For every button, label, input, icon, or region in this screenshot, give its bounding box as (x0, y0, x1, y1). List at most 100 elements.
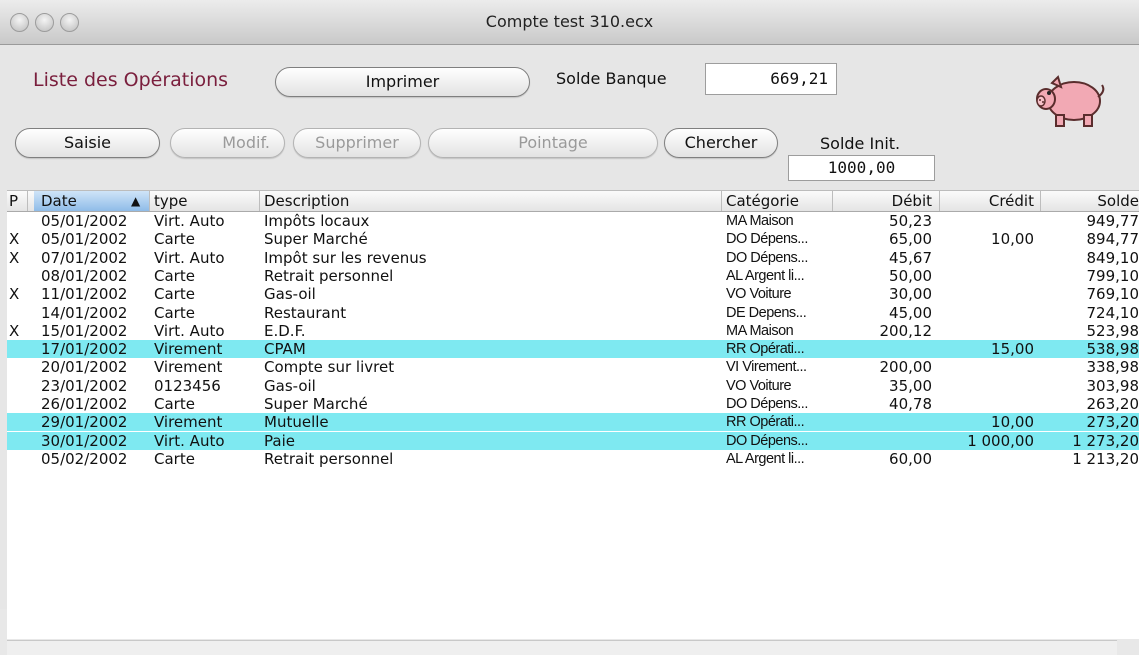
cell-description: Gas-oil (264, 376, 316, 395)
cell-balance: 849,10 (1086, 248, 1139, 267)
cell-p (9, 432, 25, 450)
column-header-description[interactable]: Description (264, 191, 349, 211)
cell-description: Retrait personnel (264, 449, 394, 468)
column-header-balance[interactable]: Solde (1045, 191, 1139, 211)
cell-category: VI Virement... (726, 359, 807, 376)
column-header-date[interactable]: Date (41, 191, 77, 211)
cell-p (9, 358, 25, 376)
sort-ascending-icon[interactable]: ▲ (131, 191, 140, 211)
reconcile-button[interactable]: Pointage (428, 128, 658, 158)
cell-description: Retrait personnel (264, 266, 394, 285)
table-row[interactable]: 20/01/2002 Virement Compte sur livret VI Vi… (7, 358, 1139, 376)
cell-credit (944, 377, 1034, 395)
column-header-category[interactable]: Catégorie (726, 191, 799, 211)
table-row[interactable]: 26/01/2002 Carte Super Marché DO Dépens... 4… (7, 395, 1139, 413)
initial-balance-field[interactable]: 1000,00 (788, 155, 935, 181)
bank-balance-field[interactable]: 669,21 (705, 63, 837, 95)
cell-debit: 45,00 (889, 303, 932, 322)
cell-type: Carte (154, 285, 195, 304)
cell-date: 23/01/2002 (41, 376, 128, 395)
table-row[interactable]: X 15/01/2002 Virt. Auto E.D.F. MA Maison 200,… (7, 322, 1139, 340)
cell-p: X (9, 248, 20, 267)
cell-type: Virt. Auto (154, 248, 225, 267)
delete-button[interactable]: Supprimer (293, 128, 421, 158)
cell-date: 30/01/2002 (41, 431, 128, 450)
cell-p (9, 212, 25, 230)
table-row[interactable]: X 05/01/2002 Carte Super Marché DO Dépens...… (7, 230, 1139, 248)
cell-category: DO Dépens... (726, 231, 808, 248)
cell-type: Virt. Auto (154, 212, 225, 230)
cell-debit: 200,00 (879, 358, 933, 377)
cell-debit (837, 432, 932, 450)
cell-balance: 1 213,20 (1072, 449, 1139, 468)
cell-category: DO Dépens... (726, 432, 808, 449)
cell-balance: 538,98 (1086, 340, 1139, 359)
cell-type: Carte (154, 449, 195, 468)
cell-description: Super Marché (264, 230, 368, 249)
cell-balance: 799,10 (1086, 266, 1139, 285)
table-row[interactable]: X 11/01/2002 Carte Gas-oil VO Voiture 30,00 76… (7, 285, 1139, 303)
cell-balance: 523,98 (1086, 321, 1139, 340)
window-title: Compte test 310.ecx (485, 12, 654, 31)
cell-p (9, 340, 25, 358)
cell-debit: 50,00 (889, 266, 932, 285)
page-title: Liste des Opérations (33, 69, 229, 91)
cell-description: Impôts locaux (264, 212, 370, 230)
cell-category: MA Maison (726, 213, 794, 229)
cell-date: 15/01/2002 (41, 321, 128, 340)
cell-date: 05/02/2002 (41, 449, 128, 468)
cell-credit (944, 304, 1034, 322)
initial-balance-label: Solde Init. (820, 134, 901, 153)
table-row[interactable]: 23/01/2002 0123456 Gas-oil VO Voiture 35,00 3… (7, 377, 1139, 395)
cell-balance: 949,77 (1086, 212, 1139, 230)
cell-description: Impôt sur les revenus (264, 248, 427, 267)
cell-balance: 303,98 (1086, 376, 1139, 395)
print-button[interactable]: Imprimer (275, 67, 530, 97)
table-row[interactable]: 08/01/2002 Carte Retrait personnel AL Argen… (7, 267, 1139, 285)
cell-debit: 65,00 (889, 230, 932, 249)
cell-category: DO Dépens... (726, 249, 808, 266)
cell-balance: 273,20 (1086, 413, 1139, 432)
cell-credit: 10,00 (991, 413, 1034, 432)
modify-button[interactable]: Modif. (170, 128, 285, 158)
cell-date: 26/01/2002 (41, 395, 128, 413)
cell-credit (944, 212, 1034, 230)
cell-type: Carte (154, 303, 195, 322)
cell-date: 29/01/2002 (41, 413, 128, 432)
horizontal-scrollbar[interactable] (7, 640, 1117, 655)
cell-debit: 35,00 (889, 376, 932, 395)
cell-type: Carte (154, 266, 195, 285)
cell-credit (944, 450, 1034, 468)
cell-date: 05/01/2002 (41, 230, 128, 249)
cell-p: X (9, 321, 20, 340)
table-row[interactable]: X 07/01/2002 Virt. Auto Impôt sur les reven… (7, 249, 1139, 267)
cell-date: 07/01/2002 (41, 248, 128, 267)
cell-balance: 724,10 (1086, 303, 1139, 322)
cell-category: RR Opérati... (726, 341, 805, 358)
cell-description: Mutuelle (264, 413, 329, 432)
cell-category: MA Maison (726, 322, 794, 339)
table-row[interactable]: 05/02/2002 Carte Retrait personnel AL Argen… (7, 450, 1139, 468)
table-row[interactable]: 05/01/2002 Virt. Auto Impôts locaux MA Mais… (7, 212, 1139, 230)
table-row[interactable]: 14/01/2002 Carte Restaurant DE Depens... 45,… (7, 304, 1139, 322)
cell-debit: 40,78 (889, 395, 932, 413)
column-header-debit[interactable]: Débit (837, 191, 932, 211)
cell-p (9, 395, 25, 413)
cell-credit (944, 395, 1034, 413)
cell-balance: 263,20 (1086, 395, 1139, 413)
table-row[interactable]: 29/01/2002 Virement Mutuelle RR Opérati... 1… (7, 413, 1139, 432)
table-header: P Date ▲ type Description Catégorie Débi… (7, 191, 1139, 212)
search-button[interactable]: Chercher (664, 128, 778, 158)
column-header-credit[interactable]: Crédit (944, 191, 1034, 211)
cell-category: AL Argent li... (726, 450, 805, 467)
entry-button[interactable]: Saisie (15, 128, 160, 158)
table-row[interactable]: 30/01/2002 Virt. Auto Paie DO Dépens... 1 00… (7, 431, 1139, 450)
column-header-type[interactable]: type (154, 191, 188, 211)
cell-p (9, 267, 25, 285)
cell-credit (944, 267, 1034, 285)
cell-p (9, 377, 25, 395)
cell-category: AL Argent li... (726, 267, 805, 284)
table-row[interactable]: 17/01/2002 Virement CPAM RR Opérati... 15,00… (7, 340, 1139, 359)
column-header-p[interactable]: P (9, 191, 18, 211)
cell-credit (944, 249, 1034, 267)
